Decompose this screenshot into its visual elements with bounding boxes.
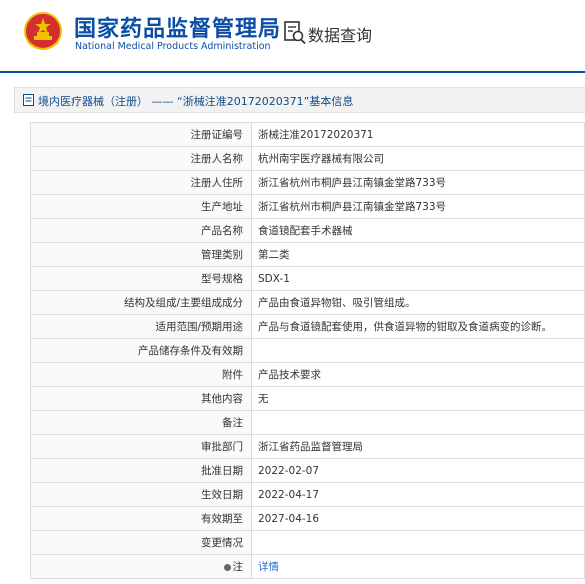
row-value: 2022-04-17 (251, 482, 585, 507)
table-row: 其他内容 无 (30, 386, 585, 411)
row-label: 适用范围/预期用途 (30, 314, 252, 339)
table-row: 审批部门 浙江省药品监督管理局 (30, 434, 585, 459)
table-row: 有效期至 2027-04-16 (30, 506, 585, 531)
breadcrumb-link-category[interactable]: 境内医疗器械（注册） (38, 95, 148, 108)
row-label: 注册人住所 (30, 170, 252, 195)
row-value: 浙江省杭州市桐庐县江南镇金堂路733号 (251, 170, 585, 195)
document-icon (23, 94, 34, 106)
row-value: 无 (251, 386, 585, 411)
table-row-note: 注 详情 (30, 554, 585, 579)
header-divider (0, 71, 585, 73)
row-label: 生效日期 (30, 482, 252, 507)
row-value: 食道镜配套手术器械 (251, 218, 585, 243)
table-row: 批准日期 2022-02-07 (30, 458, 585, 483)
row-value: SDX-1 (251, 266, 585, 291)
row-label: 注册人名称 (30, 146, 252, 171)
breadcrumb: 境内医疗器械（注册） —— “浙械注准20172020371”基本信息 (14, 87, 585, 113)
table-row: 注册人名称 杭州南宇医疗器械有限公司 (30, 146, 585, 171)
row-label: 产品名称 (30, 218, 252, 243)
table-row: 变更情况 (30, 530, 585, 555)
data-query-icon (284, 21, 306, 45)
row-value: 2027-04-16 (251, 506, 585, 531)
row-value: 产品由食道异物钳、吸引管组成。 (251, 290, 585, 315)
row-value (251, 530, 585, 555)
table-row: 附件 产品技术要求 (30, 362, 585, 387)
breadcrumb-title: “浙械注准20172020371”基本信息 (177, 95, 354, 108)
breadcrumb-separator: —— (151, 95, 174, 108)
row-label: 生产地址 (30, 194, 252, 219)
table-row: 注册证编号 浙械注准20172020371 (30, 122, 585, 147)
row-label: 管理类别 (30, 242, 252, 267)
row-value (251, 410, 585, 435)
row-label: 批准日期 (30, 458, 252, 483)
note-label: 注 (232, 561, 244, 573)
breadcrumb-text: 境内医疗器械（注册） —— “浙械注准20172020371”基本信息 (38, 93, 353, 109)
table-row: 产品储存条件及有效期 (30, 338, 585, 363)
row-label: 注册证编号 (30, 122, 252, 147)
detail-table: 注册证编号 浙械注准20172020371 注册人名称 杭州南宇医疗器械有限公司… (30, 122, 585, 579)
table-row: 适用范围/预期用途 产品与食道镜配套使用，供食道异物的钳取及食道病变的诊断。 (30, 314, 585, 339)
agency-name-cn[interactable]: 国家药品监督管理局 (74, 11, 281, 43)
row-label: 附件 (30, 362, 252, 387)
table-row: 型号规格 SDX-1 (30, 266, 585, 291)
details-link[interactable]: 详情 (258, 561, 279, 573)
row-value: 2022-02-07 (251, 458, 585, 483)
national-emblem-icon (24, 12, 62, 50)
row-value: 浙械注准20172020371 (251, 122, 585, 147)
row-label: 审批部门 (30, 434, 252, 459)
row-value: 产品技术要求 (251, 362, 585, 387)
agency-name-en[interactable]: National Medical Products Administration (75, 41, 271, 52)
row-value (251, 338, 585, 363)
row-label: 备注 (30, 410, 252, 435)
row-label: 结构及组成/主要组成成分 (30, 290, 252, 315)
table-row: 产品名称 食道镜配套手术器械 (30, 218, 585, 243)
row-value: 浙江省药品监督管理局 (251, 434, 585, 459)
row-value: 产品与食道镜配套使用，供食道异物的钳取及食道病变的诊断。 (251, 314, 585, 339)
table-row: 生产地址 浙江省杭州市桐庐县江南镇金堂路733号 (30, 194, 585, 219)
row-value: 第二类 (251, 242, 585, 267)
row-label: 型号规格 (30, 266, 252, 291)
bullet-dot-icon (223, 563, 231, 571)
site-header: 国家药品监督管理局 National Medical Products Admi… (0, 0, 585, 73)
table-row: 管理类别 第二类 (30, 242, 585, 267)
table-row: 生效日期 2022-04-17 (30, 482, 585, 507)
section-title: 数据查询 (308, 26, 373, 45)
row-label: 产品储存条件及有效期 (30, 338, 252, 363)
row-value: 浙江省杭州市桐庐县江南镇金堂路733号 (251, 194, 585, 219)
row-label: 变更情况 (30, 530, 252, 555)
row-label: 其他内容 (30, 386, 252, 411)
table-row: 结构及组成/主要组成成分 产品由食道异物钳、吸引管组成。 (30, 290, 585, 315)
row-value: 杭州南宇医疗器械有限公司 (251, 146, 585, 171)
note-value-cell: 详情 (251, 554, 585, 579)
note-label-cell: 注 (30, 554, 252, 579)
row-label: 有效期至 (30, 506, 252, 531)
table-row: 注册人住所 浙江省杭州市桐庐县江南镇金堂路733号 (30, 170, 585, 195)
table-row: 备注 (30, 410, 585, 435)
